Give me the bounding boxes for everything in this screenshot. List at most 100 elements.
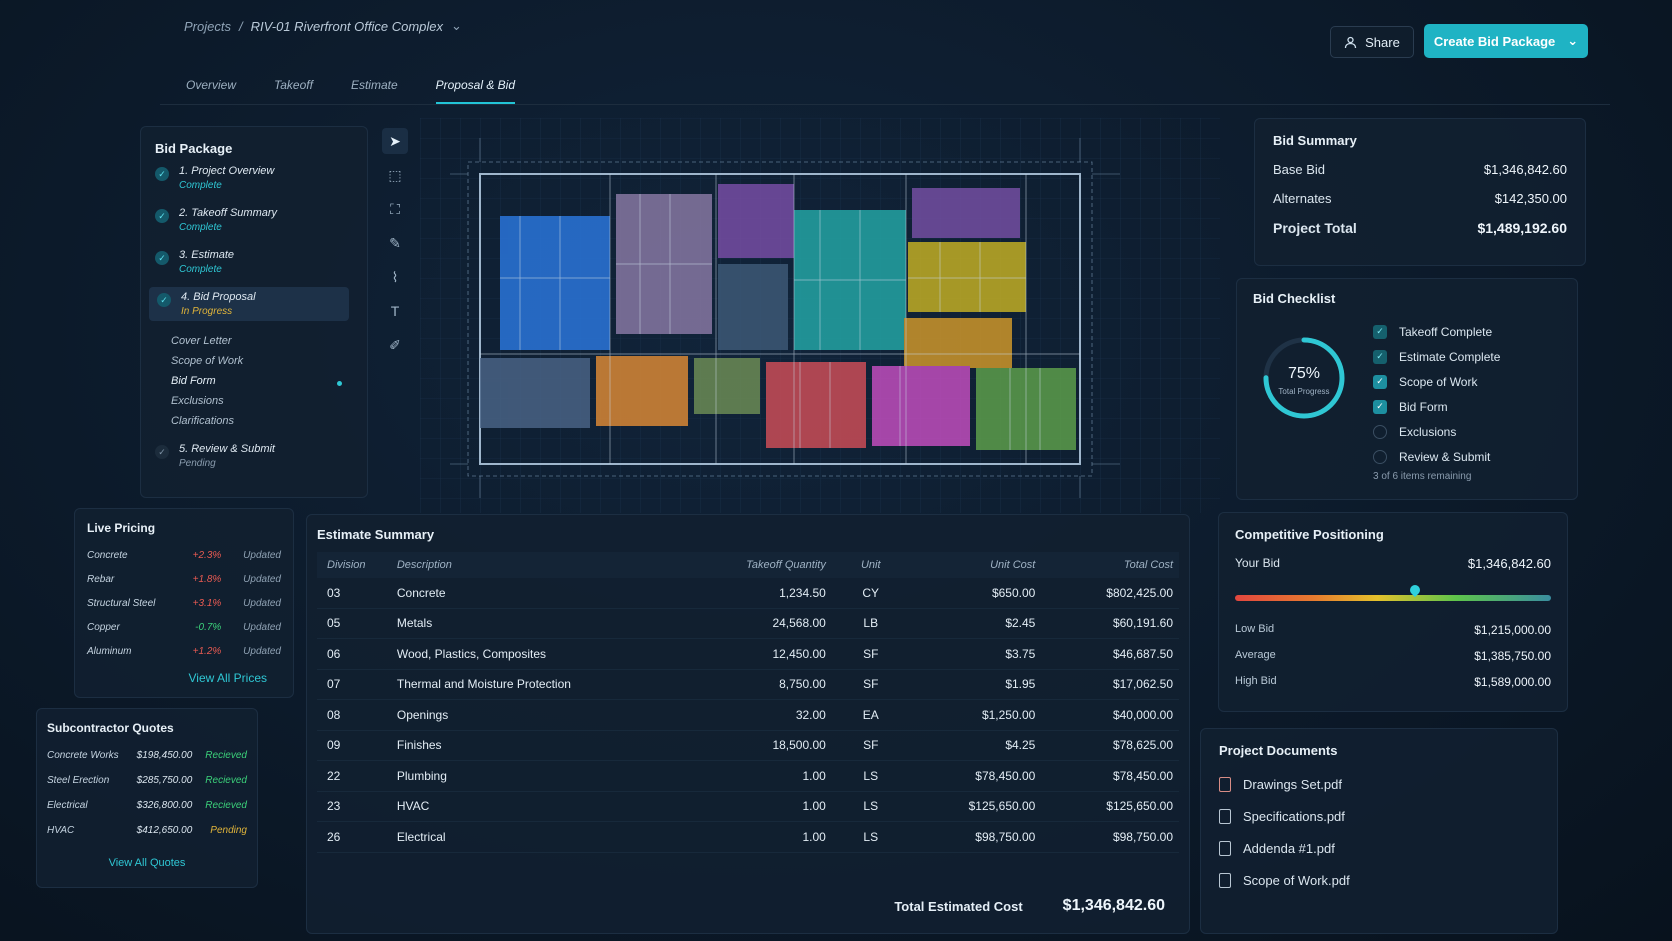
share-icon	[1344, 36, 1357, 48]
quote-row[interactable]: Steel Erection $285,750.00 Recieved	[47, 768, 247, 793]
col-takeoff-quantity[interactable]: Takeoff Quantity	[686, 559, 826, 571]
checklist-item[interactable]: ✓ Takeoff Complete	[1373, 319, 1500, 344]
substep-exclusions[interactable]: Exclusions	[171, 395, 224, 407]
price-change: +3.1%	[192, 597, 222, 609]
cell-qty: 1,234.50	[779, 585, 826, 600]
substep-clarifications[interactable]: Clarifications	[171, 415, 234, 427]
progress-caption: Total Progress	[1278, 387, 1330, 396]
area-select-icon[interactable]: ⬚	[382, 162, 408, 188]
checkbox-checked-icon[interactable]: ✓	[1373, 399, 1387, 414]
tab-estimate[interactable]: Estimate	[351, 78, 398, 104]
cell-unit-cost: $1,250.00	[981, 707, 1036, 722]
table-row[interactable]: 08 Openings 32.00 EA $1,250.00 $40,000.00	[317, 700, 1179, 731]
radio-empty-icon[interactable]	[1373, 424, 1387, 439]
table-row[interactable]: 22 Plumbing 1.00 LS $78,450.00 $78,450.00	[317, 761, 1179, 792]
measure-area-icon[interactable]: ⛶	[382, 196, 408, 222]
quote-row[interactable]: Concrete Works $198,450.00 Recieved	[47, 743, 247, 768]
view-all-prices-link[interactable]: View All Prices	[189, 671, 267, 685]
table-row[interactable]: 06 Wood, Plastics, Composites 12,450.00 SF $…	[317, 639, 1179, 670]
step-review-submit[interactable]: ✓ 5. Review & Submit Pending	[155, 443, 275, 469]
chevron-down-icon[interactable]: ⌄	[451, 18, 462, 34]
step-project-overview[interactable]: ✓ 1. Project Overview Complete	[155, 165, 274, 191]
cell-unit: SF	[863, 677, 879, 692]
cell-total: $98,750.00	[1112, 829, 1174, 844]
edit-icon[interactable]: ✎	[382, 230, 408, 256]
floor-plan-canvas[interactable]	[420, 118, 1220, 513]
col-division[interactable]: Division	[317, 559, 387, 571]
document-item[interactable]: Scope of Work.pdf	[1219, 864, 1539, 896]
breadcrumb-separator: /	[238, 18, 243, 34]
document-item[interactable]: Drawings Set.pdf	[1219, 768, 1539, 800]
annotate-icon[interactable]: ✐	[382, 332, 408, 358]
radio-empty-icon[interactable]	[1373, 449, 1387, 464]
cell-division: 07	[327, 677, 341, 692]
checkbox-checked-icon[interactable]: ✓	[1373, 374, 1387, 389]
substep-bid-form[interactable]: Bid Form	[171, 375, 216, 387]
document-item[interactable]: Addenda #1.pdf	[1219, 832, 1539, 864]
price-change: -0.7%	[195, 621, 222, 633]
tab-takeoff[interactable]: Takeoff	[274, 78, 313, 104]
cell-description: Finishes	[396, 738, 442, 753]
quote-row[interactable]: HVAC $412,650.00 Pending	[47, 818, 247, 843]
table-row[interactable]: 26 Electrical 1.00 LS $98,750.00 $98,750.00	[317, 822, 1179, 853]
table-row[interactable]: 09 Finishes 18,500.00 SF $4.25 $78,625.00	[317, 731, 1179, 761]
low-bid-row: Low Bid $1,215,000.00	[1235, 623, 1551, 649]
table-row[interactable]: 05 Metals 24,568.00 LB $2.45 $60,191.60	[317, 609, 1179, 639]
cell-qty: 12,450.00	[772, 646, 826, 661]
chevron-down-icon[interactable]: ⌄	[1567, 33, 1578, 49]
step-bid-proposal[interactable]: ✓ 4. Bid Proposal In Progress	[149, 287, 349, 321]
tab-proposal-bid[interactable]: Proposal & Bid	[435, 78, 516, 104]
breadcrumb-current[interactable]: RIV-01 Riverfront Office Complex	[251, 19, 443, 34]
alternates-value: $142,350.00	[1494, 191, 1567, 206]
create-bid-package-button[interactable]: Create Bid Package ⌄	[1424, 24, 1588, 58]
table-header: Division Description Takeoff Quantity Un…	[317, 552, 1179, 578]
cell-qty: 1.00	[802, 768, 826, 783]
quote-amount: $326,800.00	[136, 800, 193, 811]
checklist-item[interactable]: ✓ Bid Form	[1373, 394, 1500, 419]
average-label: Average	[1235, 649, 1276, 661]
checklist-item[interactable]: Review & Submit	[1373, 444, 1500, 469]
table-row[interactable]: 07 Thermal and Moisture Protection 8,750.0…	[317, 670, 1179, 700]
share-button[interactable]: Share	[1330, 26, 1414, 58]
col-unit[interactable]: Unit	[826, 559, 916, 571]
check-icon[interactable]: ✓	[1373, 324, 1387, 339]
price-status: Updated	[243, 573, 281, 585]
step-estimate[interactable]: ✓ 3. Estimate Complete	[155, 249, 234, 275]
quote-amount: $198,450.00	[136, 750, 193, 761]
checklist-item[interactable]: Exclusions	[1373, 419, 1500, 444]
polyline-icon[interactable]: ⌇	[382, 264, 408, 290]
checklist-item[interactable]: ✓ Scope of Work	[1373, 369, 1500, 394]
check-icon: ✓	[155, 167, 169, 181]
quote-row[interactable]: Electrical $326,800.00 Recieved	[47, 793, 247, 818]
col-description[interactable]: Description	[387, 559, 686, 571]
trade-name: Electrical	[47, 800, 88, 811]
cell-unit: EA	[862, 707, 879, 722]
text-icon[interactable]: T	[382, 298, 408, 324]
cell-unit-cost: $125,650.00	[968, 799, 1036, 814]
checklist-item-label: Review & Submit	[1399, 449, 1491, 464]
table-row[interactable]: 03 Concrete 1,234.50 CY $650.00 $802,425.00	[317, 578, 1179, 609]
pointer-icon[interactable]: ➤	[382, 128, 408, 154]
check-icon[interactable]: ✓	[1373, 349, 1387, 364]
cell-unit: SF	[863, 646, 879, 661]
view-all-quotes-link[interactable]: View All Quotes	[109, 857, 186, 869]
cell-unit: SF	[863, 738, 879, 753]
table-row[interactable]: 23 HVAC 1.00 LS $125,650.00 $125,650.00	[317, 792, 1179, 822]
active-indicator	[337, 381, 342, 386]
col-total-cost[interactable]: Total Cost	[1035, 559, 1179, 571]
breadcrumb-root[interactable]: Projects	[184, 19, 231, 34]
checklist-item[interactable]: ✓ Estimate Complete	[1373, 344, 1500, 369]
table-body: 03 Concrete 1,234.50 CY $650.00 $802,425.00 05…	[317, 578, 1179, 853]
document-item[interactable]: Specifications.pdf	[1219, 800, 1539, 832]
bid-summary-panel: Bid Summary Base Bid $1,346,842.60 Alter…	[1254, 118, 1586, 266]
quote-amount: $285,750.00	[136, 775, 193, 786]
step-name: 1. Project Overview	[179, 165, 275, 177]
estimate-title: Estimate Summary	[317, 527, 435, 542]
substep-cover-letter[interactable]: Cover Letter	[171, 335, 232, 347]
position-bar	[1235, 595, 1551, 601]
col-unit-cost[interactable]: Unit Cost	[916, 559, 1035, 571]
material-name: Copper	[87, 621, 120, 633]
tab-overview[interactable]: Overview	[186, 78, 236, 104]
step-takeoff-summary[interactable]: ✓ 2. Takeoff Summary Complete	[155, 207, 277, 233]
substep-scope-of-work[interactable]: Scope of Work	[171, 355, 243, 367]
